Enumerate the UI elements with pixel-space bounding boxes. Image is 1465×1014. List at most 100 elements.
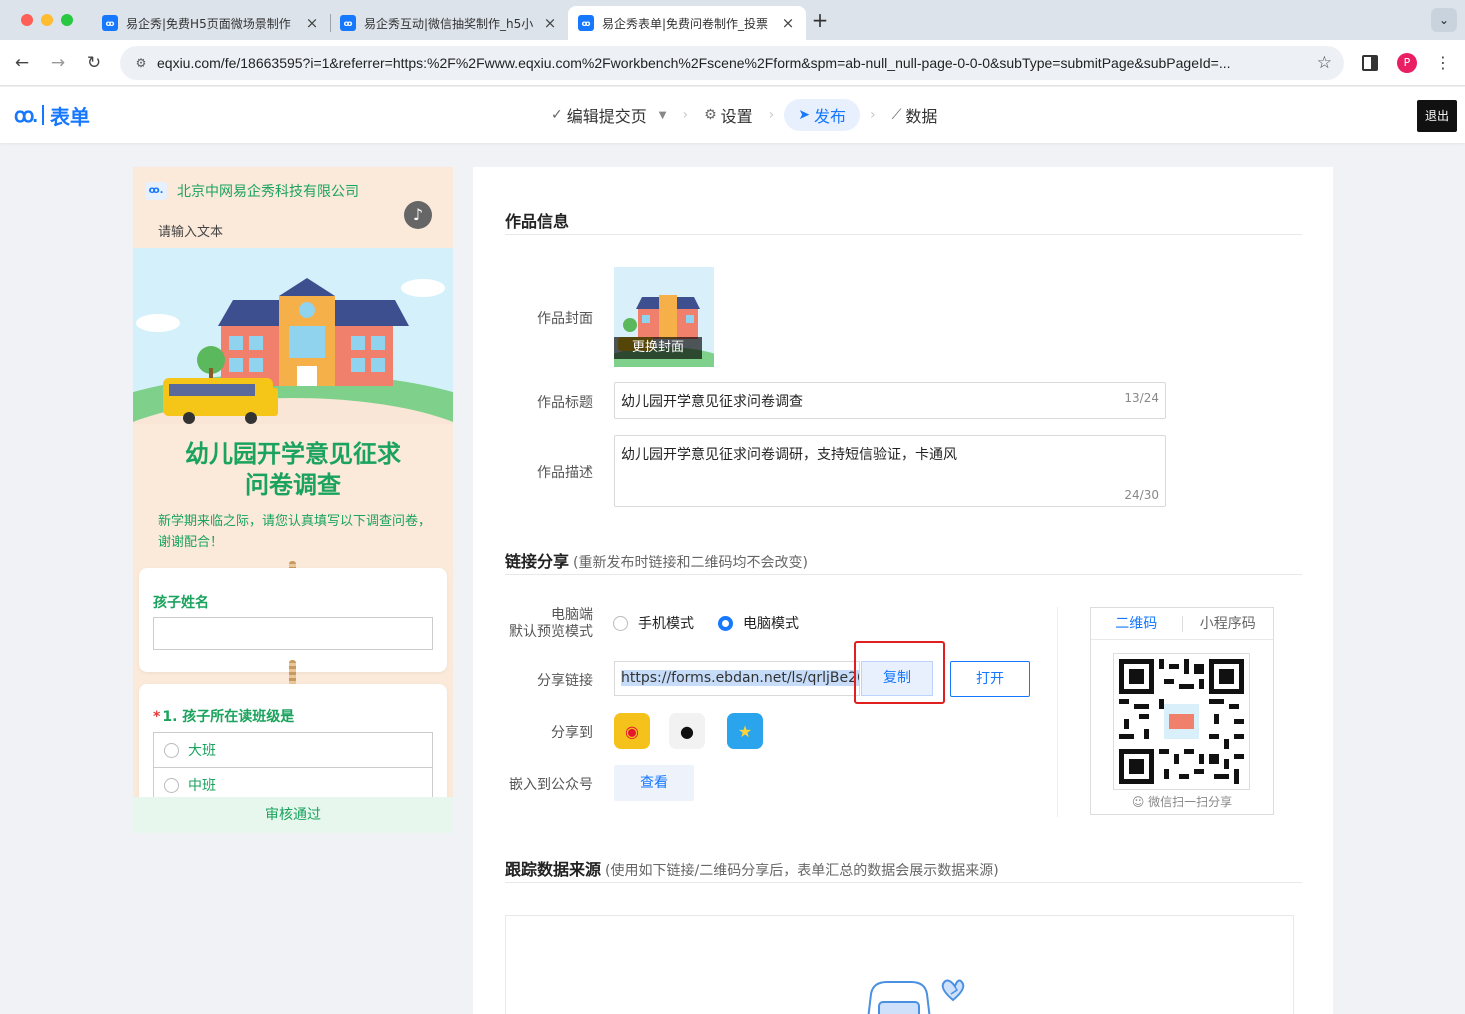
cover-image[interactable]: 更换封面 [614,267,714,367]
option-label: 中班 [188,778,216,794]
tab-mini-program-code[interactable]: 小程序码 [1183,608,1274,639]
app-header: ꝏ. 表单 ✓ 编辑提交页 ▼ › ⚙ 设置 › ➤ 发布 › ⟋ 数据 退出 [0,87,1465,143]
more-menu-icon[interactable]: ⋮ [1433,51,1453,75]
survey-title-line-1: 幼儿园开学意见征求 [185,440,401,468]
radio-pc-mode[interactable] [718,615,733,631]
embed-label: 嵌入到公众号 [509,777,593,793]
section-note: (使用如下链接/二维码分享后，表单汇总的数据会展示数据来源) [605,863,999,879]
new-tab-plus-icon[interactable]: + [810,8,830,32]
caret-down-icon[interactable]: ▼ [659,110,667,121]
preview-mode-label-line-1: 电脑端 [551,607,593,623]
back-arrow-icon[interactable]: ← [9,50,35,76]
view-button[interactable]: 查看 [614,765,694,801]
change-cover-button[interactable]: 更换封面 [614,337,702,359]
required-asterisk: * [153,709,161,725]
section-divider [505,574,1302,575]
close-icon[interactable]: × [304,14,320,32]
exit-button[interactable]: 退出 [1417,100,1457,132]
share-to-label: 分享到 [551,725,593,741]
chevron-right-icon: › [682,107,689,123]
child-name-input[interactable] [153,617,433,650]
publish-steps-nav: ✓ 编辑提交页 ▼ › ⚙ 设置 › ➤ 发布 › ⟋ 数据 [545,99,943,131]
forward-arrow-icon[interactable]: → [45,50,71,76]
radio-button[interactable] [164,742,179,758]
browser-tab-active[interactable]: ꝏ 易企秀表单|免费问卷制作_投票 × [568,6,806,40]
step-label: 数据 [905,107,938,126]
weibo-icon[interactable]: ◉ [614,713,650,749]
bookmark-star-icon[interactable]: ☆ [1317,46,1332,80]
section-title-text: 跟踪数据来源 [505,860,602,879]
step-edit-submit-page[interactable]: ✓ 编辑提交页 ▼ [545,99,672,131]
description-value: 幼儿园开学意见征求问卷调研，支持短信验证，卡通风 [621,447,957,463]
step-label: 发布 [813,107,846,126]
open-button[interactable]: 打开 [950,661,1030,697]
section-title-tracking: 跟踪数据来源 (使用如下链接/二维码分享后，表单汇总的数据会展示数据来源) [505,856,999,880]
qr-caption-text: 微信扫一扫分享 [1148,795,1233,809]
step-publish[interactable]: ➤ 发布 [784,99,860,131]
mobile-mode-label[interactable]: 手机模式 [638,613,694,633]
tab-title: 易企秀互动|微信抽奖制作_h5小 [364,16,534,31]
tab-title: 易企秀表单|免费问卷制作_投票 [602,16,769,31]
section-divider [505,882,1302,883]
qzone-icon[interactable]: ★ [727,713,763,749]
qr-tabs: 二维码 小程序码 [1091,608,1273,640]
section-divider [505,234,1302,235]
site-settings-icon[interactable]: ⚙ [132,54,150,72]
share-link-text[interactable]: https://forms.ebdan.net/ls/qrljBe26 [621,670,859,686]
option-row[interactable]: 大班 [153,732,433,768]
tab-qr-code[interactable]: 二维码 [1091,608,1182,639]
qq-icon[interactable]: ● [669,713,705,749]
radio-button[interactable] [164,777,179,793]
close-icon[interactable]: × [542,14,558,32]
qr-caption: ☺ 微信扫一扫分享 [1091,793,1273,810]
close-icon[interactable]: × [780,14,796,32]
placeholder-text: 请输入文本 [158,225,224,240]
option-row[interactable]: 中班 [153,767,433,797]
eqxiu-favicon-icon: ꝏ [102,15,118,31]
maximize-window-button[interactable] [61,14,73,26]
reload-icon[interactable]: ↻ [81,50,107,76]
url-text[interactable]: eqxiu.com/fe/18663595?i=1&referrer=https… [157,46,1307,80]
form-preview[interactable]: ꝏ. 北京中网易企秀科技有限公司 ♪ 请输入文本 幼儿园开学意见征求 问卷调查 … [133,167,453,797]
eqxiu-favicon-icon: ꝏ [578,15,594,31]
qr-code-graphic [1114,654,1249,789]
question-text: 1. 孩子所在读班级是 [162,709,295,725]
step-settings[interactable]: ⚙ 设置 [698,99,759,131]
title-label: 作品标题 [537,395,593,411]
eqxiu-favicon-icon: ꝏ [340,15,356,31]
description-textarea[interactable]: 幼儿园开学意见征求问卷调研，支持短信验证，卡通风 24/30 [614,435,1166,507]
share-link-input[interactable]: https://forms.ebdan.net/ls/qrljBe26 [614,661,860,696]
survey-description: 新学期来临之际，请您认真填写以下调查问卷，谢谢配合！ [158,514,432,550]
minimize-window-button[interactable] [41,14,53,26]
radio-mobile-mode[interactable] [613,615,628,631]
title-value: 幼儿园开学意见征求问卷调查 [621,394,803,410]
browser-tab[interactable]: ꝏ 易企秀互动|微信抽奖制作_h5小 × [330,6,568,40]
empty-state-illustration [867,979,965,1014]
music-note-icon[interactable]: ♪ [404,201,432,229]
section-title-text: 链接分享 [505,552,570,571]
step-data[interactable]: ⟋ 数据 [886,99,944,131]
pc-mode-label[interactable]: 电脑模式 [743,613,799,633]
copy-button-highlight [854,641,945,704]
eqxiu-form-logo[interactable]: ꝏ. 表单 [14,100,90,130]
wechat-icon: ☺ [1131,795,1149,809]
tracking-empty-state [505,915,1294,1014]
section-title-link-share: 链接分享 (重新发布时链接和二维码均不会改变) [505,548,808,572]
profile-avatar[interactable]: P [1397,53,1417,73]
address-bar[interactable]: ⚙ eqxiu.com/fe/18663595?i=1&referrer=htt… [120,46,1344,80]
close-window-button[interactable] [21,14,33,26]
preview-mode-label: 电脑端 默认预览模式 [509,607,593,641]
step-label: 编辑提交页 [566,107,647,126]
tab-search-chevron-icon[interactable]: ⌄ [1431,8,1457,32]
eqxiu-logo-icon: ꝏ. [14,104,38,127]
share-link-label: 分享链接 [537,673,593,689]
qr-code-image [1113,653,1250,790]
cover-label: 作品封面 [537,311,593,327]
section-title-work-info: 作品信息 [505,212,570,231]
tab-title: 易企秀|免费H5页面微场景制作 [126,16,291,31]
gear-icon: ⚙ [704,107,717,123]
title-input[interactable]: 幼儿园开学意见征求问卷调查 13/24 [614,382,1166,419]
review-status-badge: 审核通过 [133,797,453,833]
side-panel-icon[interactable] [1362,55,1378,71]
browser-tab[interactable]: ꝏ 易企秀|免费H5页面微场景制作 × [92,6,330,40]
